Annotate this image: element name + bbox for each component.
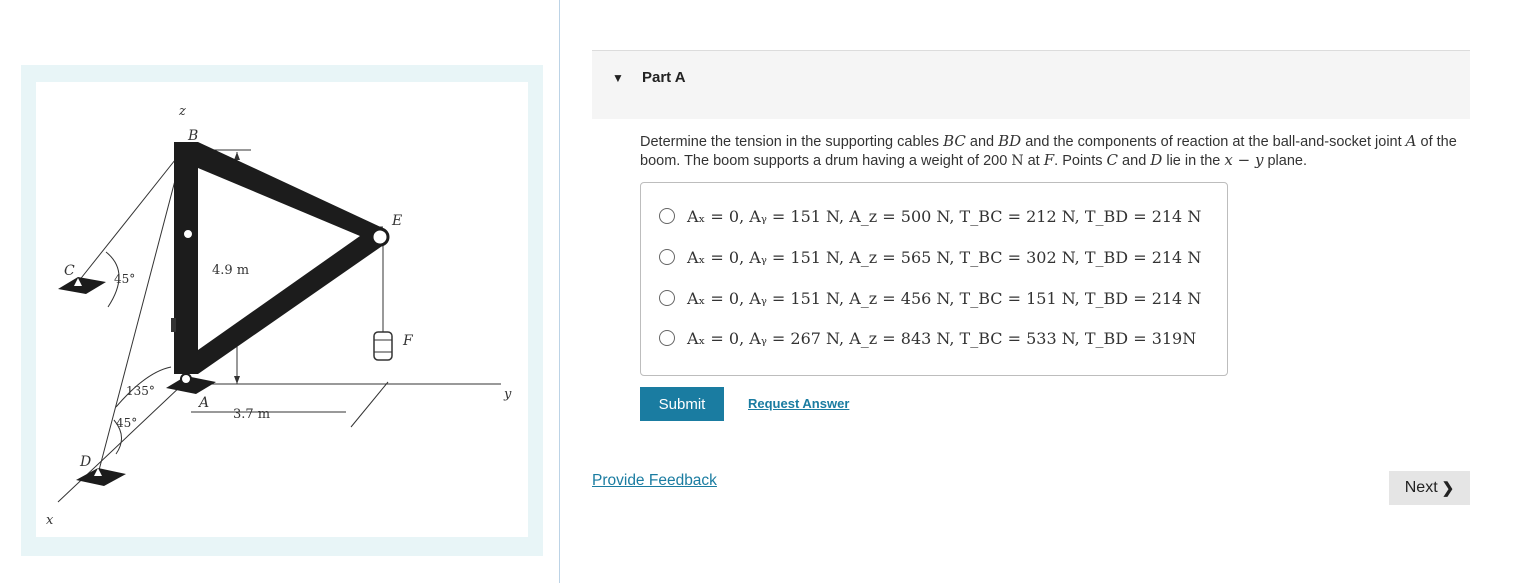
support-c [58, 277, 106, 294]
option-text: Aₓ = 0, Aᵧ = 267 N, A_z = 843 N, T_BC = … [687, 328, 1197, 348]
pulley-e [370, 227, 390, 247]
drum-f [373, 331, 393, 361]
label-z: z [178, 104, 186, 119]
answer-options: Aₓ = 0, Aᵧ = 151 N, A_z = 500 N, T_BC = … [640, 182, 1228, 376]
request-answer-link[interactable]: Request Answer [748, 396, 849, 411]
label-a: A [197, 395, 209, 411]
support-d [76, 468, 126, 486]
boom-diagram: z B E C 45° 4.9 m F 135° A 3.7 m y 45° D… [46, 104, 512, 528]
caret-down-icon[interactable]: ▼ [612, 71, 624, 85]
label-angle-d1: 135° [126, 384, 155, 398]
next-label: Next [1404, 479, 1438, 496]
option-text: Aₓ = 0, Aᵧ = 151 N, A_z = 565 N, T_BC = … [687, 247, 1202, 267]
option-2[interactable]: Aₓ = 0, Aᵧ = 151 N, A_z = 565 N, T_BC = … [659, 246, 1201, 268]
submit-button[interactable]: Submit [640, 387, 724, 421]
option-3[interactable]: Aₓ = 0, Aᵧ = 151 N, A_z = 456 N, T_BC = … [659, 287, 1201, 309]
radio-button[interactable] [659, 330, 675, 346]
label-y: y [503, 387, 512, 402]
label-width: 3.7 m [233, 407, 270, 422]
radio-button[interactable] [659, 290, 675, 306]
option-text: Aₓ = 0, Aᵧ = 151 N, A_z = 500 N, T_BC = … [687, 206, 1202, 226]
radio-button[interactable] [659, 208, 675, 224]
provide-feedback-link[interactable]: Provide Feedback [592, 472, 717, 490]
label-e: E [391, 213, 402, 229]
next-button[interactable]: Next ❯ [1389, 471, 1470, 505]
figure-canvas: z B E C 45° 4.9 m F 135° A 3.7 m y 45° D… [36, 82, 528, 537]
label-d: D [79, 454, 91, 470]
option-text: Aₓ = 0, Aᵧ = 151 N, A_z = 456 N, T_BC = … [687, 288, 1202, 308]
label-c: C [64, 263, 75, 279]
cable-bd [97, 149, 184, 475]
label-x: x [46, 513, 54, 528]
label-f: F [402, 333, 414, 349]
radio-button[interactable] [659, 249, 675, 265]
cable-bc [77, 149, 184, 283]
figure-panel: z B E C 45° 4.9 m F 135° A 3.7 m y 45° D… [21, 65, 543, 556]
panel-divider [559, 0, 560, 583]
label-angle-d2: 45° [116, 416, 137, 430]
part-header[interactable]: ▼ Part A [592, 50, 1470, 119]
label-height: 4.9 m [212, 263, 249, 278]
chevron-right-icon: ❯ [1441, 480, 1455, 497]
part-title: Part A [642, 69, 686, 86]
label-angle-c: 45° [114, 272, 135, 286]
question-text: Determine the tension in the supporting … [640, 132, 1457, 169]
label-b: B [187, 128, 198, 144]
option-4[interactable]: Aₓ = 0, Aᵧ = 267 N, A_z = 843 N, T_BC = … [659, 327, 1196, 349]
option-1[interactable]: Aₓ = 0, Aᵧ = 151 N, A_z = 500 N, T_BC = … [659, 205, 1201, 227]
